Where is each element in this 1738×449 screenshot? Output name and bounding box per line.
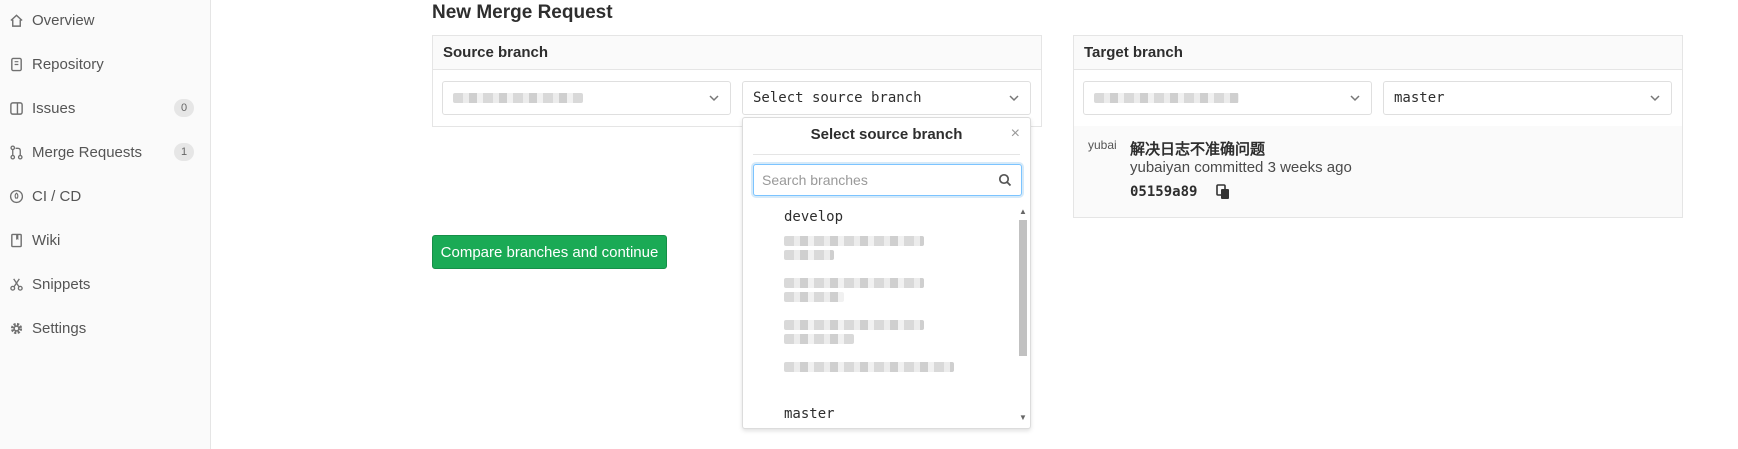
commit-title[interactable]: 解决日志不准确问题 xyxy=(1130,138,1265,159)
scroll-thumb[interactable] xyxy=(1019,220,1027,356)
list-item-redacted[interactable] xyxy=(784,278,944,302)
sidebar-item-ci-cd[interactable]: CI / CD xyxy=(0,179,210,213)
dropdown-divider xyxy=(753,154,1020,155)
redacted-project-name xyxy=(453,93,583,103)
gear-icon xyxy=(8,320,24,336)
scroll-down-icon[interactable]: ▼ xyxy=(1018,414,1028,422)
sidebar-item-label: Overview xyxy=(32,11,95,29)
chevron-down-icon xyxy=(1650,95,1660,102)
dropdown-title: Select source branch xyxy=(810,126,963,143)
chevron-down-icon xyxy=(1009,95,1019,102)
compare-branches-button[interactable]: Compare branches and continue xyxy=(432,235,667,269)
commit-meta: yubaiyan committed 3 weeks ago xyxy=(1130,159,1352,176)
home-icon xyxy=(8,12,24,28)
close-icon[interactable]: × xyxy=(1011,126,1020,142)
list-item-redacted[interactable] xyxy=(784,236,944,260)
avatar: yubai xyxy=(1088,138,1122,172)
sidebar-item-overview[interactable]: Overview xyxy=(0,3,210,37)
sidebar-item-wiki[interactable]: Wiki xyxy=(0,223,210,257)
sidebar-item-label: Issues xyxy=(32,99,76,117)
search-branches-input[interactable] xyxy=(753,164,1022,196)
page-title: New Merge Request xyxy=(432,2,613,23)
target-branch-select[interactable]: master xyxy=(1383,81,1672,115)
commit-sha[interactable]: 05159a89 xyxy=(1130,184,1197,200)
target-branch-header: Target branch xyxy=(1074,36,1682,70)
source-branch-dropdown: Select source branch × develop master ▲ … xyxy=(742,117,1031,429)
scroll-up-icon[interactable]: ▲ xyxy=(1018,208,1028,216)
sidebar-item-label: CI / CD xyxy=(32,187,82,205)
source-branch-select[interactable]: Select source branch xyxy=(742,81,1031,115)
scissors-icon xyxy=(8,276,24,292)
branch-list: develop master xyxy=(743,206,1013,428)
target-branch-select-label: master xyxy=(1394,90,1445,106)
target-commit-info: yubai 解决日志不准确问题 yubaiyan committed 3 wee… xyxy=(1073,126,1683,218)
project-sidebar: Overview Repository Issues 0 Merge Reque… xyxy=(0,0,211,449)
sidebar-item-issues[interactable]: Issues 0 xyxy=(0,91,210,125)
list-item-redacted[interactable] xyxy=(784,362,959,372)
sidebar-item-label: Snippets xyxy=(32,275,91,293)
book-icon xyxy=(8,232,24,248)
list-item-redacted[interactable] xyxy=(784,320,944,344)
list-item-master[interactable]: master xyxy=(784,406,835,422)
sidebar-item-label: Merge Requests xyxy=(32,143,143,161)
rocket-icon xyxy=(8,188,24,204)
sidebar-item-repository[interactable]: Repository xyxy=(0,47,210,81)
merge-requests-count-badge: 1 xyxy=(174,143,194,161)
issues-icon xyxy=(8,100,24,116)
sidebar-item-label: Wiki xyxy=(32,231,61,249)
sidebar-item-label: Settings xyxy=(32,319,87,337)
sidebar-item-merge-requests[interactable]: Merge Requests 1 xyxy=(0,135,210,169)
search-icon xyxy=(998,173,1012,187)
avatar-alt-text: yubai xyxy=(1088,138,1117,152)
source-branch-header: Source branch xyxy=(433,36,1041,70)
dropdown-scrollbar[interactable]: ▲ ▼ xyxy=(1018,208,1028,422)
source-project-select[interactable] xyxy=(442,81,731,115)
list-item-develop[interactable]: develop xyxy=(784,209,843,225)
sidebar-item-settings[interactable]: Settings xyxy=(0,311,210,345)
target-project-select[interactable] xyxy=(1083,81,1372,115)
copy-icon[interactable] xyxy=(1216,184,1230,200)
merge-request-icon xyxy=(8,144,24,160)
chevron-down-icon xyxy=(1350,95,1360,102)
source-branch-select-label: Select source branch xyxy=(753,90,922,106)
redacted-project-name xyxy=(1094,93,1239,103)
chevron-down-icon xyxy=(709,95,719,102)
sidebar-item-snippets[interactable]: Snippets xyxy=(0,267,210,301)
issues-count-badge: 0 xyxy=(174,99,194,117)
sidebar-item-label: Repository xyxy=(32,55,104,73)
repository-icon xyxy=(8,56,24,72)
